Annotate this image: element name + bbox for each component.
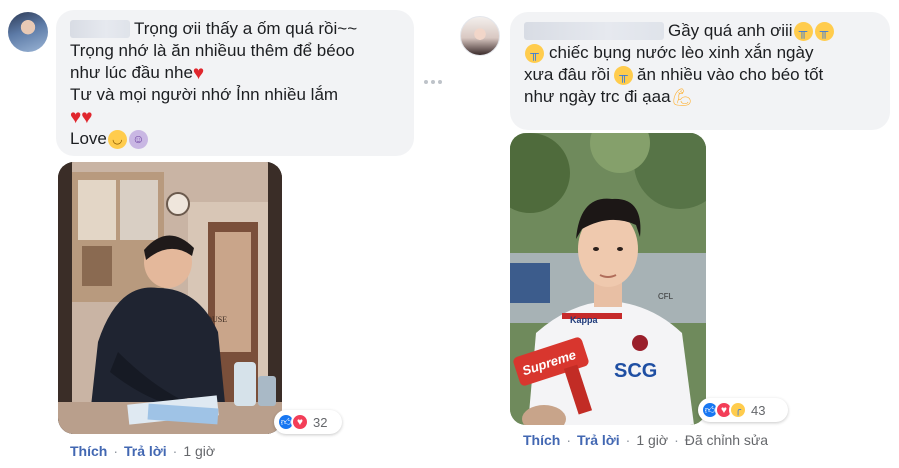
commenter-avatar[interactable]: [8, 12, 48, 52]
comment-line: ╥ chiếc bụng nước lèo xinh xắn ngày: [524, 42, 876, 64]
more-options-icon[interactable]: [424, 77, 442, 87]
edited-label[interactable]: Đã chỉnh sửa: [685, 432, 768, 448]
comment-text: Love: [70, 129, 107, 148]
comment-text: xưa đâu rồi: [524, 65, 611, 84]
sleeve-text: CFL: [658, 292, 674, 301]
comment-actions: Thích · Trả lời · 1 giờ · Đã chỉnh sửa: [523, 432, 768, 448]
shirt-sponsor-text: Kappa: [570, 315, 599, 325]
crying-face-emoji-icon: ╥: [814, 21, 834, 41]
reply-button[interactable]: Trả lời: [577, 432, 620, 448]
reaction-count: 32: [313, 414, 328, 430]
comment-photo[interactable]: Kappa CFL SCG Supreme: [510, 133, 706, 425]
comment-text: ăn nhiều vào cho béo tốt: [637, 65, 824, 84]
commenter-avatar[interactable]: [460, 16, 500, 56]
reactions-summary[interactable]: 👍︎ ♥ ╭ 43: [698, 398, 788, 422]
love-icon: ♥: [291, 413, 309, 431]
relieved-face-emoji-icon: ◡: [107, 129, 127, 149]
comment-line: Trọng ơii thấy a ốm quá rồi~~: [70, 18, 400, 40]
shirt-brand-text: SCG: [614, 360, 657, 382]
comment-line: như lúc đầu nhe ♥: [70, 62, 400, 84]
comment-photo[interactable]: IN.HOUSE: [58, 162, 282, 434]
separator-dot: ·: [625, 432, 631, 448]
comment-line: ♥ ♥: [70, 106, 400, 128]
reply-button[interactable]: Trả lời: [124, 443, 167, 459]
red-heart-emoji-icon: ♥: [81, 106, 93, 128]
comment-text: Gầy quá anh ơiii: [668, 21, 793, 40]
comment-bubble: Trọng ơii thấy a ốm quá rồi~~ Trọng nhớ …: [56, 10, 414, 156]
like-button[interactable]: Thích: [523, 432, 560, 448]
comment-actions: Thích · Trả lời · 1 giờ: [70, 443, 215, 459]
separator-dot: ·: [172, 443, 178, 459]
blurred-author-name[interactable]: [70, 20, 130, 38]
photo-player-interview: Kappa CFL SCG Supreme: [510, 133, 706, 425]
reaction-count: 43: [751, 402, 766, 418]
comments-section: Trọng ơii thấy a ốm quá rồi~~ Trọng nhớ …: [0, 0, 899, 468]
comment-text: như lúc đầu nhe: [70, 63, 193, 82]
comment-text: như ngày trc đi ạaa: [524, 87, 671, 106]
crying-face-emoji-icon: ╥: [525, 43, 544, 63]
comment-line: xưa đâu rồi ╥ ăn nhiều vào cho béo tốt: [524, 64, 876, 86]
separator-dot: ·: [566, 432, 572, 448]
sad-icon: ╭: [729, 401, 747, 419]
separator-dot: ·: [674, 432, 679, 448]
blurred-author-name[interactable]: [524, 22, 664, 40]
reactions-summary[interactable]: 👍︎ ♥ 32: [274, 410, 342, 434]
comment-line: như ngày trc đi ạaa 💪︎: [524, 86, 876, 108]
comment-line: Tư và mọi người nhớ Ỉnn nhiều lắm: [70, 84, 400, 106]
comment-text: Tư và mọi người nhớ Ỉnn nhiều lắm: [70, 85, 339, 104]
comment-text: chiếc bụng nước lèo xinh xắn ngày: [549, 43, 814, 62]
comment-timestamp[interactable]: 1 giờ: [183, 443, 215, 459]
comment-line: Love ◡ ☺: [70, 128, 400, 150]
comment-text: Trọng ơii thấy a ốm quá rồi~~: [134, 19, 358, 38]
comment-bubble: Gầy quá anh ơiii ╥ ╥ ╥ chiếc bụng nước l…: [510, 12, 890, 130]
separator-dot: ·: [113, 443, 119, 459]
comment-text: Trọng nhớ là ăn nhiềuu thêm để béoo: [70, 41, 355, 60]
flexed-biceps-emoji-icon: 💪︎: [671, 87, 694, 107]
photo-man-signing-at-desk: IN.HOUSE: [58, 162, 282, 434]
crying-face-emoji-icon: ╥: [793, 21, 813, 41]
like-button[interactable]: Thích: [70, 443, 107, 459]
red-heart-emoji-icon: ♥: [70, 106, 82, 128]
woman-emoji-icon: ☺: [128, 129, 148, 149]
red-heart-emoji-icon: ♥: [192, 62, 205, 84]
crying-face-emoji-icon: ╥: [614, 65, 634, 85]
comment-timestamp[interactable]: 1 giờ: [636, 432, 668, 448]
comment-line: Gầy quá anh ơiii ╥ ╥: [524, 20, 876, 42]
comment-line: Trọng nhớ là ăn nhiềuu thêm để béoo: [70, 40, 400, 62]
